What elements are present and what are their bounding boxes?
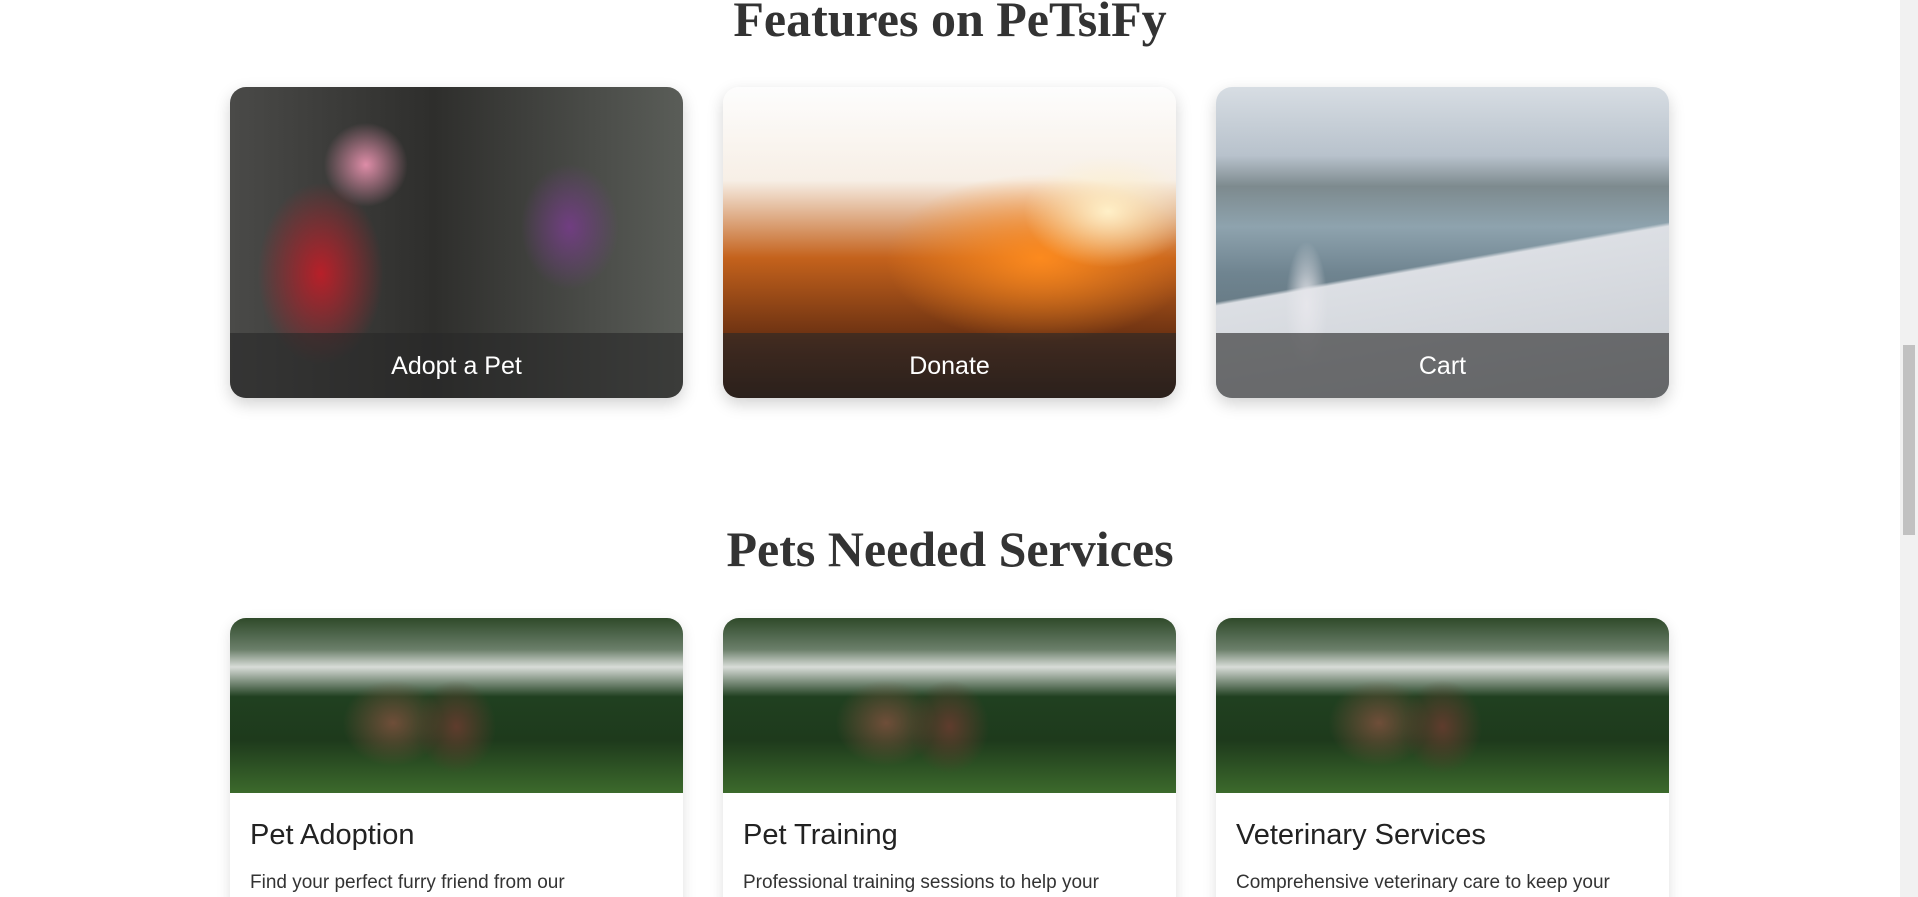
feature-caption-adopt: Adopt a Pet: [230, 333, 683, 398]
service-image-veterinary: [1216, 618, 1669, 793]
service-description-adoption: Find your perfect furry friend from our: [250, 872, 565, 893]
feature-card-adopt[interactable]: Adopt a Pet: [230, 87, 683, 398]
service-description-training: Professional training sessions to help y…: [743, 872, 1099, 893]
service-title-veterinary: Veterinary Services: [1236, 819, 1486, 851]
feature-caption-donate: Donate: [723, 333, 1176, 398]
features-section-title: Features on PeTsiFy: [733, 0, 1167, 47]
service-image-training: [723, 618, 1176, 793]
service-card-adoption[interactable]: Pet Adoption Find your perfect furry fri…: [230, 618, 683, 897]
feature-card-cart[interactable]: Cart: [1216, 87, 1669, 398]
service-description-veterinary: Comprehensive veterinary care to keep yo…: [1236, 872, 1610, 893]
service-image-adoption: [230, 618, 683, 793]
service-card-veterinary[interactable]: Veterinary Services Comprehensive veteri…: [1216, 618, 1669, 897]
services-section-title: Pets Needed Services: [726, 521, 1174, 577]
vertical-scrollbar[interactable]: [1900, 0, 1918, 897]
service-card-training[interactable]: Pet Training Professional training sessi…: [723, 618, 1176, 897]
page: Features on PeTsiFy Adopt a Pet Donate C…: [0, 0, 1900, 897]
scrollbar-thumb[interactable]: [1903, 345, 1915, 535]
feature-card-donate[interactable]: Donate: [723, 87, 1176, 398]
service-title-adoption: Pet Adoption: [250, 819, 415, 851]
service-title-training: Pet Training: [743, 819, 898, 851]
feature-caption-cart: Cart: [1216, 333, 1669, 398]
